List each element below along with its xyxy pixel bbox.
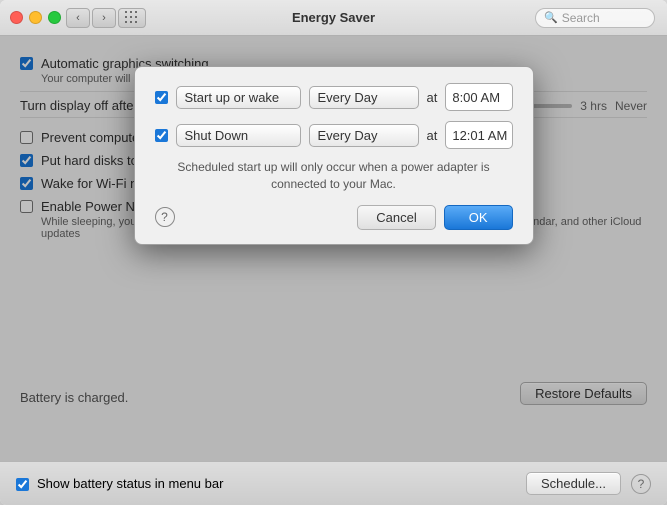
search-placeholder: Search <box>562 11 600 25</box>
modal-row1-action-wrapper: Start up or wake Sleep Restart Shut Down <box>176 86 301 109</box>
modal-row1-time-wrapper: ▲ ▼ <box>445 83 512 111</box>
show-battery-label-wrapper[interactable]: Show battery status in menu bar <box>16 476 223 491</box>
bottom-right: Schedule... ? <box>526 472 651 495</box>
traffic-lights <box>10 11 61 24</box>
modal-row1-day-select[interactable]: Every Day Weekdays Weekends <box>309 86 419 109</box>
modal-row1-time-input[interactable] <box>446 87 512 108</box>
search-box[interactable]: 🔍 Search <box>535 8 655 28</box>
modal-row2-at: at <box>427 128 438 143</box>
ok-button[interactable]: OK <box>444 205 513 230</box>
bottom-bar: Show battery status in menu bar Schedule… <box>0 461 667 505</box>
modal-action-buttons: Cancel OK <box>357 205 512 230</box>
modal-row2-action-wrapper: Start up or wake Sleep Restart Shut Down <box>176 124 301 147</box>
modal-bottom: ? Cancel OK <box>155 205 513 230</box>
modal-row2-time-wrapper: ▲ ▼ <box>445 121 512 149</box>
nav-buttons: ‹ › <box>66 8 116 28</box>
schedule-modal: Start up or wake Sleep Restart Shut Down… <box>134 66 534 245</box>
show-battery-row: Show battery status in menu bar <box>16 476 223 491</box>
close-button[interactable] <box>10 11 23 24</box>
cancel-button[interactable]: Cancel <box>357 205 435 230</box>
main-content: Automatic graphics switching Your comput… <box>0 36 667 461</box>
app-window: ‹ › Energy Saver 🔍 Search Automatic grap… <box>0 0 667 505</box>
window-title: Energy Saver <box>292 10 375 25</box>
modal-help-button[interactable]: ? <box>155 207 175 227</box>
modal-row1-day-wrapper: Every Day Weekdays Weekends <box>309 86 419 109</box>
help-button[interactable]: ? <box>631 474 651 494</box>
modal-row2-day-wrapper: Every Day Weekdays Weekends <box>309 124 419 147</box>
modal-row1-checkbox[interactable] <box>155 91 168 104</box>
minimize-button[interactable] <box>29 11 42 24</box>
back-button[interactable]: ‹ <box>66 8 90 28</box>
modal-row2-checkbox[interactable] <box>155 129 168 142</box>
grid-icon <box>125 11 139 25</box>
titlebar: ‹ › Energy Saver 🔍 Search <box>0 0 667 36</box>
maximize-button[interactable] <box>48 11 61 24</box>
forward-button[interactable]: › <box>92 8 116 28</box>
modal-row-2: Start up or wake Sleep Restart Shut Down… <box>155 121 513 149</box>
modal-row2-time-input[interactable] <box>446 125 512 146</box>
grid-menu-button[interactable] <box>118 8 146 28</box>
modal-notice: Scheduled start up will only occur when … <box>155 159 513 193</box>
modal-row2-day-select[interactable]: Every Day Weekdays Weekends <box>309 124 419 147</box>
modal-overlay: Start up or wake Sleep Restart Shut Down… <box>0 36 667 461</box>
show-battery-checkbox[interactable] <box>16 478 29 491</box>
schedule-button[interactable]: Schedule... <box>526 472 621 495</box>
search-icon: 🔍 <box>544 11 558 24</box>
show-battery-text: Show battery status in menu bar <box>37 476 223 491</box>
modal-row-1: Start up or wake Sleep Restart Shut Down… <box>155 83 513 111</box>
modal-row1-at: at <box>427 90 438 105</box>
modal-row1-action-select[interactable]: Start up or wake Sleep Restart Shut Down <box>176 86 301 109</box>
modal-row2-action-select[interactable]: Start up or wake Sleep Restart Shut Down <box>176 124 301 147</box>
